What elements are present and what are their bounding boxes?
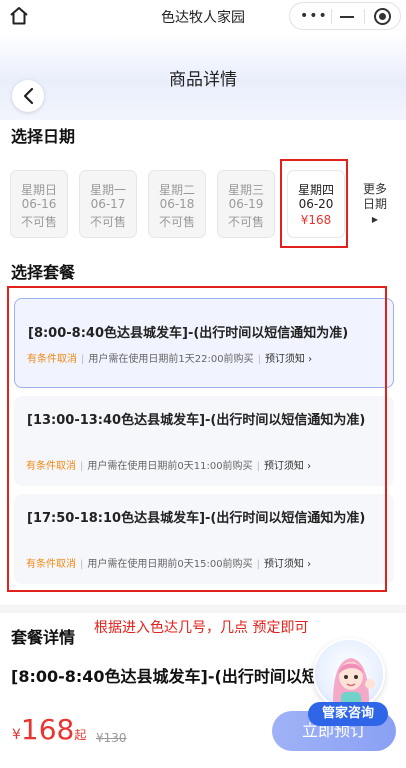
minimize-icon[interactable]	[340, 16, 354, 18]
date-highlight-frame	[280, 159, 348, 248]
more-dates-label: 更多	[362, 182, 387, 196]
date-section-title: 选择日期	[11, 127, 76, 146]
app-root: 色达牧人家园 ••• 商品详情 选择日期 星期日 06-16 不可售 星期一 0…	[0, 0, 406, 768]
back-button[interactable]	[12, 80, 44, 112]
date-value: 06-19	[228, 197, 264, 211]
annotation-note: 根据进入色达几号，几点 预定即可	[94, 620, 309, 636]
butler-label: 管家咨询	[308, 702, 388, 726]
chevron-left-icon	[23, 87, 34, 105]
date-weekday: 星期三	[227, 183, 264, 197]
date-card[interactable]: 星期一 06-17 不可售	[79, 170, 137, 238]
capsule-divider	[364, 9, 365, 24]
original-price: ¥130	[96, 731, 127, 745]
butler-avatar	[313, 638, 385, 710]
butler-consult-button[interactable]: 管家咨询	[305, 638, 393, 728]
date-card[interactable]: 星期二 06-18 不可售	[148, 170, 206, 238]
package-section-title: 选择套餐	[11, 263, 76, 282]
butler-avatar-icon	[333, 658, 375, 706]
date-status: 不可售	[227, 215, 264, 229]
mini-program-bar: 色达牧人家园 •••	[0, 0, 406, 32]
date-weekday: 星期一	[89, 183, 126, 197]
price-value: 168	[20, 713, 75, 746]
date-weekday: 星期二	[158, 183, 195, 197]
current-price: ¥168起	[12, 713, 86, 746]
date-status: 不可售	[89, 215, 126, 229]
more-dates-button[interactable]: 更多 日期 ▶	[360, 182, 390, 227]
section-divider	[0, 605, 406, 613]
date-weekday: 星期日	[20, 183, 57, 197]
capsule-divider	[331, 9, 332, 24]
date-value: 06-17	[90, 197, 126, 211]
date-card[interactable]: 星期三 06-19 不可售	[217, 170, 275, 238]
date-value: 06-16	[21, 197, 57, 211]
page-header: 商品详情	[0, 32, 406, 120]
date-card[interactable]: 星期日 06-16 不可售	[10, 170, 68, 238]
page-title: 商品详情	[169, 70, 237, 90]
close-target-icon[interactable]	[374, 8, 391, 25]
details-section-title: 套餐详情	[11, 628, 76, 647]
date-status: 不可售	[158, 215, 195, 229]
date-value: 06-18	[159, 197, 195, 211]
more-dates-label: 日期	[362, 197, 387, 211]
capsule-menu: •••	[289, 2, 401, 30]
package-highlight-frame	[7, 286, 387, 592]
more-dots-icon[interactable]: •••	[300, 5, 327, 27]
price-currency: ¥	[12, 727, 21, 743]
details-subtitle: [8:00-8:40色达县城发车]-(出行时间以短信通知为准)	[11, 667, 341, 686]
triangle-right-icon: ▶	[371, 215, 379, 224]
price-suffix: 起	[74, 728, 87, 742]
date-status: 不可售	[20, 215, 57, 229]
